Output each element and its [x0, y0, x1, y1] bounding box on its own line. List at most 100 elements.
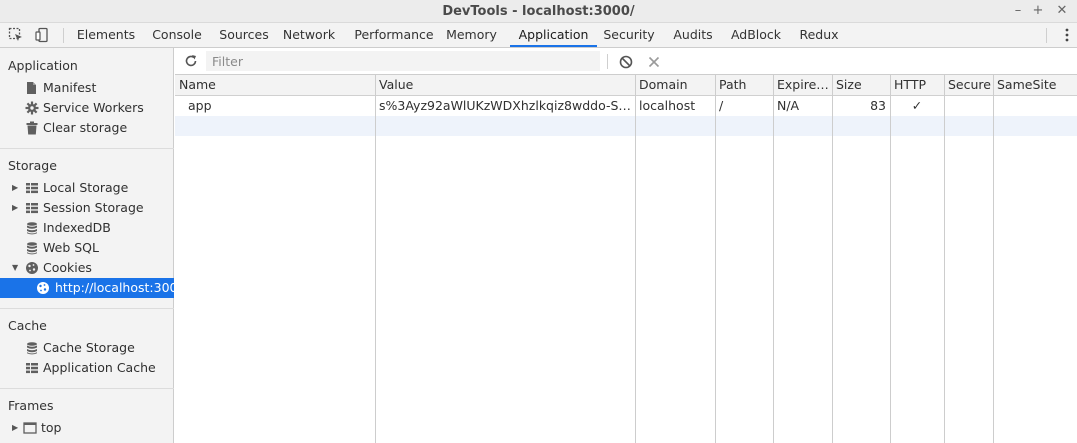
device-toolbar-icon[interactable] — [34, 27, 50, 43]
filter-input[interactable] — [206, 51, 600, 71]
refresh-icon[interactable] — [184, 54, 198, 68]
tab-memory[interactable]: Memory — [444, 23, 499, 47]
column-header-size[interactable]: Size — [832, 75, 890, 95]
column-header-expires[interactable]: Expire… — [773, 75, 832, 95]
column-divider[interactable] — [773, 75, 774, 443]
sidebar-item-clear-storage[interactable]: Clear storage — [0, 118, 174, 138]
sidebar-item-label: Web SQL — [43, 240, 99, 255]
close-window-button[interactable]: ✕ — [1054, 3, 1070, 19]
gear-icon — [25, 101, 39, 115]
section-divider — [0, 388, 174, 389]
column-header-path[interactable]: Path — [715, 75, 773, 95]
block-icon[interactable] — [619, 55, 633, 69]
sidebar-item-label: IndexedDB — [43, 220, 111, 235]
column-divider[interactable] — [890, 75, 891, 443]
toolbar-divider — [607, 54, 608, 69]
toolbar-divider — [63, 28, 64, 43]
tab-adblock[interactable]: AdBlock — [725, 23, 787, 47]
inspect-element-icon[interactable] — [8, 27, 24, 43]
sidebar-item-manifest[interactable]: Manifest — [0, 78, 174, 98]
table-row-empty[interactable] — [175, 116, 1077, 136]
sidebar-item-label: Manifest — [43, 80, 97, 95]
cookie-icon — [37, 282, 49, 294]
column-divider[interactable] — [635, 75, 636, 443]
column-header-domain[interactable]: Domain — [635, 75, 715, 95]
collapse-arrow-icon[interactable]: ▼ — [12, 258, 18, 278]
window-title: DevTools - localhost:3000/ — [442, 4, 635, 19]
devtools-tabbar: Elements Console Sources Network Performance… — [0, 23, 1077, 48]
sidebar-item-service-workers[interactable]: Service Workers — [0, 98, 174, 118]
cookie-expires-cell[interactable]: N/A — [773, 96, 832, 116]
window-titlebar: DevTools - localhost:3000/ – + ✕ — [0, 0, 1077, 23]
column-divider[interactable] — [993, 75, 994, 443]
sidebar-item-label: Clear storage — [43, 120, 128, 135]
section-divider — [0, 308, 174, 309]
maximize-button[interactable]: + — [1030, 3, 1046, 19]
minimize-button[interactable]: – — [1010, 3, 1026, 19]
sidebar-item-label: Cookies — [43, 260, 92, 275]
section-heading-frames: Frames — [8, 398, 54, 413]
sidebar-item-label: Session Storage — [43, 200, 144, 215]
column-divider[interactable] — [715, 75, 716, 443]
cookies-table: Name Value Domain Path Expire… Size HTTP… — [175, 75, 1077, 443]
expand-arrow-icon[interactable]: ▶ — [12, 198, 18, 218]
tab-audits[interactable]: Audits — [668, 23, 718, 47]
grid-icon — [26, 363, 38, 374]
column-header-secure[interactable]: Secure — [944, 75, 993, 95]
column-divider[interactable] — [944, 75, 945, 443]
toolbar-divider — [1046, 28, 1047, 43]
column-header-http[interactable]: HTTP — [890, 75, 944, 95]
sidebar-item-label: Application Cache — [43, 360, 156, 375]
tab-console[interactable]: Console — [148, 23, 206, 47]
trash-icon — [26, 121, 38, 135]
column-header-name[interactable]: Name — [175, 75, 375, 95]
tab-elements[interactable]: Elements — [71, 23, 141, 47]
tab-network[interactable]: Network — [280, 23, 338, 47]
cookie-http-cell[interactable]: ✓ — [890, 96, 944, 116]
database-icon — [27, 222, 37, 235]
cookie-path-cell[interactable]: / — [715, 96, 773, 116]
sidebar-item-indexeddb[interactable]: IndexedDB — [0, 218, 174, 238]
tab-redux[interactable]: Redux — [794, 23, 844, 47]
close-icon[interactable] — [648, 56, 660, 68]
grid-icon — [26, 203, 38, 214]
sidebar-item-cookies-localhost[interactable]: http://localhost:3000 — [0, 278, 185, 298]
cookies-panel: Name Value Domain Path Expire… Size HTTP… — [175, 48, 1077, 443]
sidebar-item-session-storage[interactable]: ▶ Session Storage — [0, 198, 174, 218]
cookie-name-cell[interactable]: app — [175, 96, 375, 116]
tab-performance[interactable]: Performance — [350, 23, 438, 47]
file-icon — [27, 82, 36, 94]
sidebar-item-cache-storage[interactable]: Cache Storage — [0, 338, 174, 358]
cookie-samesite-cell[interactable] — [993, 96, 1077, 116]
tab-application[interactable]: Application — [510, 23, 597, 47]
sidebar-item-frame-top[interactable]: ▶ top — [0, 418, 174, 438]
application-sidebar: Application Manifest Service Workers Cle… — [0, 48, 185, 443]
tab-security[interactable]: Security — [598, 23, 660, 47]
sidebar-item-label: Local Storage — [43, 180, 129, 195]
column-header-value[interactable]: Value — [375, 75, 635, 95]
cookie-value-cell[interactable]: s%3Ayz92aWlUKzWDXhzlkqiz8wddo-SH2G0... — [375, 96, 635, 116]
table-header: Name Value Domain Path Expire… Size HTTP… — [175, 75, 1077, 96]
sidebar-item-application-cache[interactable]: Application Cache — [0, 358, 174, 378]
expand-arrow-icon[interactable]: ▶ — [12, 178, 18, 198]
cookie-icon — [26, 262, 38, 274]
table-row[interactable]: app s%3Ayz92aWlUKzWDXhzlkqiz8wddo-SH2G0.… — [175, 96, 1077, 116]
cookie-secure-cell[interactable] — [944, 96, 993, 116]
sidebar-item-label: Cache Storage — [43, 340, 135, 355]
cookie-domain-cell[interactable]: localhost — [635, 96, 715, 116]
sidebar-item-web-sql[interactable]: Web SQL — [0, 238, 174, 258]
sidebar-item-local-storage[interactable]: ▶ Local Storage — [0, 178, 174, 198]
more-menu-icon[interactable] — [1065, 27, 1069, 43]
column-divider[interactable] — [832, 75, 833, 443]
sidebar-item-cookies[interactable]: ▼ Cookies — [0, 258, 174, 278]
grid-icon — [26, 183, 38, 194]
sidebar-item-label: top — [41, 420, 62, 435]
column-divider[interactable] — [375, 75, 376, 443]
cookie-size-cell[interactable]: 83 — [832, 96, 890, 116]
tab-sources[interactable]: Sources — [213, 23, 275, 47]
section-heading-application: Application — [8, 58, 78, 73]
expand-arrow-icon[interactable]: ▶ — [12, 418, 18, 438]
database-icon — [27, 242, 37, 255]
column-header-samesite[interactable]: SameSite — [993, 75, 1077, 95]
section-divider — [0, 148, 174, 149]
